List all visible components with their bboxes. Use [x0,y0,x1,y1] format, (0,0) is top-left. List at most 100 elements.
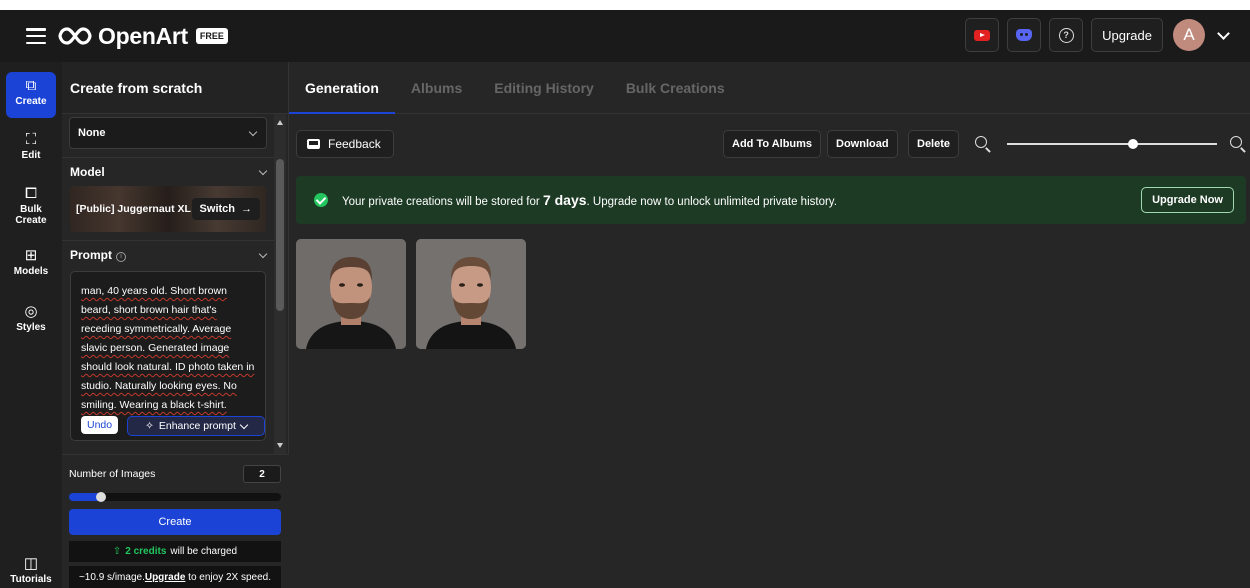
num-images-label: Number of Images [69,468,156,480]
book-icon: ◫ [23,555,39,572]
enhance-prompt-button[interactable]: ✧ Enhance prompt [127,416,265,436]
chevron-down-icon [258,249,268,258]
switch-model-button[interactable]: Switch → [191,198,260,220]
scrollbar-thumb[interactable] [276,159,284,311]
help-icon: ? [1058,27,1074,43]
num-images-input[interactable]: 2 [243,465,281,483]
scroll-down-icon[interactable] [277,443,283,448]
credits-text: will be charged [170,546,238,557]
top-bar: OpenArt FREE ? Upgrade A [0,10,1250,62]
zoom-slider-thumb[interactable] [1128,139,1138,149]
discord-icon [1016,29,1033,41]
feedback-label: Feedback [328,137,381,151]
speed-upgrade-link[interactable]: Upgrade [145,572,186,583]
gallery-toolbar: Feedback Add To Albums Download Delete [289,114,1250,172]
nav-models[interactable]: ⊞ Models [6,247,56,278]
prompt-section-header[interactable]: Prompt i [62,241,274,269]
create-icon: ⧉ [25,77,37,94]
storage-banner: Your private creations will be stored fo… [296,176,1246,224]
nav-bulk-create-label: Bulk Create [15,204,47,226]
prompt-text[interactable]: man, 40 years old. Short brown beard, sh… [81,282,257,415]
infinity-logo-icon [58,27,92,45]
nav-tutorials[interactable]: ◫ Tutorials [6,555,56,586]
chat-icon [307,139,320,149]
speed-notice: ~10.9 s/image. Upgrade to enjoy 2X speed. [69,566,281,588]
models-icon: ⊞ [24,247,38,264]
style-select[interactable]: None [69,117,267,149]
chevron-down-icon [258,166,268,175]
check-circle-icon [314,193,328,207]
upgrade-button[interactable]: Upgrade [1091,18,1163,52]
slider-thumb[interactable] [95,492,106,502]
prompt-input[interactable]: man, 40 years old. Short brown beard, sh… [70,271,266,441]
speed-suffix: to enjoy 2X speed. [185,571,272,583]
tab-bar: Generation Albums Editing History Bulk C… [289,62,1250,114]
zoom-slider[interactable] [1007,139,1217,149]
model-name: [Public] Juggernaut XL [76,203,191,215]
add-to-albums-button[interactable]: Add To Albums [723,130,822,158]
delete-button[interactable]: Delete [908,130,960,158]
edit-icon: ⛶ [25,131,37,148]
info-icon[interactable]: i [116,251,126,262]
scroll-up-icon[interactable] [277,120,283,125]
banner-text: Your private creations will be stored fo… [342,192,837,208]
nav-tutorials-label: Tutorials [10,574,52,585]
credits-notice: ⇧ 2 credits will be charged [69,541,281,562]
banner-prefix: Your private creations will be stored fo… [342,196,543,208]
nav-edit[interactable]: ⛶ Edit [6,131,56,162]
create-panel: Create from scratch None Model [Public] … [62,62,289,588]
nav-bulk-create[interactable]: ⧠ Bulk Create [6,185,56,227]
speed-prefix: ~10.9 s/image. [78,571,145,583]
download-button[interactable]: Download [827,130,898,158]
create-button[interactable]: Create [69,509,281,535]
nav-edit-label: Edit [21,150,41,161]
tab-albums[interactable]: Albums [395,80,478,113]
model-section-header[interactable]: Model [62,158,274,186]
model-section-title: Model [70,165,105,179]
tab-editing-history[interactable]: Editing History [478,80,610,113]
prompt-section-title: Prompt [70,248,112,262]
arrow-right-icon: → [241,203,252,215]
banner-days: 7 days [542,192,587,208]
upgrade-now-button[interactable]: Upgrade Now [1141,187,1234,213]
zoom-in-icon[interactable] [1230,136,1242,148]
image-gallery [296,239,526,349]
generate-controls: Number of Images 2 Create ⇧ 2 credits wi… [62,454,289,588]
chevron-down-icon [239,420,249,429]
chevron-down-icon[interactable] [1217,26,1230,40]
discord-button[interactable] [1007,18,1042,52]
tab-generation[interactable]: Generation [289,80,395,114]
brand-logo[interactable]: OpenArt FREE [58,23,228,50]
settings-scroll-area[interactable]: None Model [Public] Juggernaut XL Switch… [62,114,274,454]
bulk-create-icon: ⧠ [24,185,37,202]
style-select-value: None [78,127,106,139]
avatar[interactable]: A [1173,19,1205,51]
help-button[interactable]: ? [1049,18,1084,52]
magic-wand-icon: ✧ [145,420,154,432]
zoom-out-icon[interactable] [975,136,987,148]
panel-scrollbar[interactable] [274,114,286,454]
tab-bulk-creations[interactable]: Bulk Creations [610,80,741,113]
nav-styles[interactable]: ◎ Styles [6,303,56,334]
plan-badge: FREE [195,28,228,44]
undo-button[interactable]: Undo [81,416,119,434]
menu-icon[interactable] [26,28,46,44]
palette-icon: ◎ [24,303,38,320]
switch-label: Switch [199,203,235,215]
panel-title: Create from scratch [62,62,288,114]
credits-icon: ⇧ [112,546,122,557]
num-images-slider[interactable] [69,492,281,502]
generated-image[interactable] [416,239,526,349]
nav-create[interactable]: ⧉ Create [6,72,56,118]
youtube-button[interactable] [965,18,1000,52]
credits-amount: 2 credits [125,546,167,557]
portrait-image [296,239,406,349]
brand-name: OpenArt [98,22,188,49]
nav-create-label: Create [15,96,47,107]
nav-models-label: Models [13,266,49,277]
model-card[interactable]: [Public] Juggernaut XL Switch → [70,186,266,232]
chevron-down-icon [248,127,258,136]
feedback-button[interactable]: Feedback [296,130,394,158]
youtube-icon [974,29,991,41]
generated-image[interactable] [296,239,406,349]
